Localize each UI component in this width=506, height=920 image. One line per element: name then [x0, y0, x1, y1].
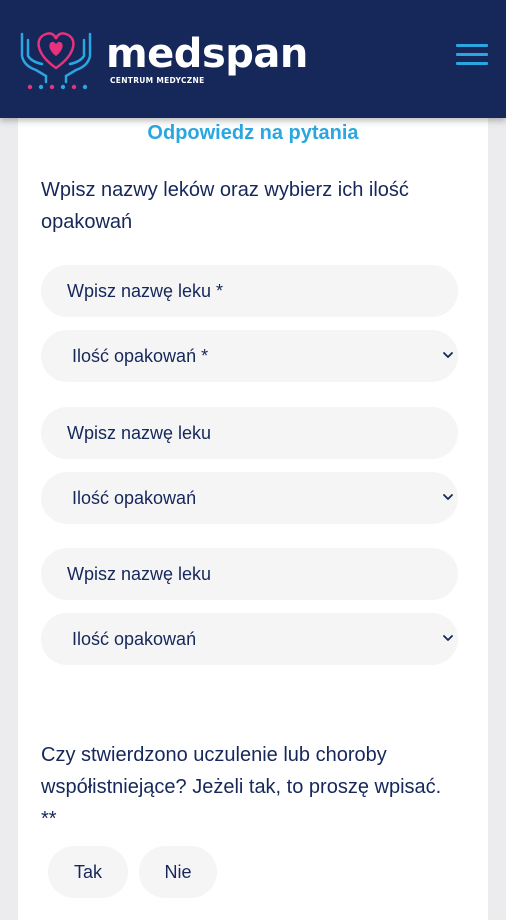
heart-hands-logo-icon [20, 32, 92, 90]
hamburger-menu-icon[interactable] [456, 44, 488, 68]
quantity-select[interactable]: Ilość opakowań [41, 472, 458, 524]
quantity-select[interactable]: Ilość opakowań * [41, 330, 458, 382]
yes-button[interactable]: Tak [48, 846, 128, 898]
logo-wordmark: medspan [106, 31, 308, 77]
chevron-down-icon [443, 352, 453, 358]
quantity-select-value: Ilość opakowań * [72, 346, 209, 366]
no-button[interactable]: Nie [139, 846, 217, 898]
quantity-select[interactable]: Ilość opakowań [41, 613, 458, 665]
form-card: Odpowiedz na pytania Wpisz nazwy leków o… [18, 100, 488, 920]
allergy-question: Czy stwierdzono uczulenie lub choroby ws… [41, 744, 442, 830]
medicine-name-input[interactable]: Wpisz nazwę leku [41, 407, 458, 459]
medicines-question: Wpisz nazwy leków oraz wybierz ich ilość… [41, 179, 409, 233]
chevron-down-icon [443, 635, 453, 641]
medicine-name-input[interactable]: Wpisz nazwę leku * [41, 265, 458, 317]
medicine-name-input[interactable]: Wpisz nazwę leku [41, 548, 458, 600]
section-title: Odpowiedz na pytania [147, 122, 359, 144]
logo-subtitle: CENTRUM MEDYCZNE [110, 76, 205, 85]
chevron-down-icon [443, 494, 453, 500]
quantity-select-value: Ilość opakowań [72, 488, 197, 508]
quantity-select-value: Ilość opakowań [72, 629, 197, 649]
top-header: medspan CENTRUM MEDYCZNE [0, 0, 506, 118]
